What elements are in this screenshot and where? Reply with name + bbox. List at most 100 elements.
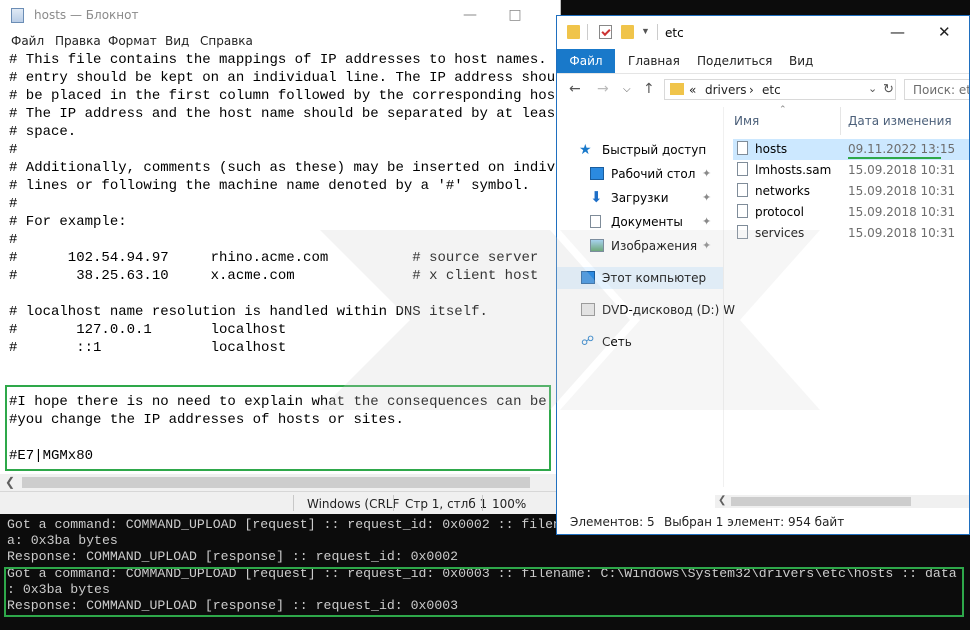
file-row[interactable]: networks 15.09.2018 10:31 bbox=[733, 181, 969, 202]
close-icon[interactable]: ✕ bbox=[938, 23, 951, 41]
nav-item-documents[interactable]: Документы ✦ bbox=[557, 211, 723, 233]
ribbon-tab-file[interactable]: Файл bbox=[557, 49, 615, 73]
folder-icon bbox=[567, 25, 580, 39]
scroll-thumb[interactable] bbox=[22, 477, 530, 488]
pin-icon[interactable]: ✦ bbox=[702, 215, 711, 228]
nav-item-dvd-drive[interactable]: DVD-дисковод (D:) W bbox=[557, 299, 735, 321]
maximize-icon[interactable]: □ bbox=[505, 6, 525, 24]
customize-toolbar-icon[interactable]: ▼ bbox=[641, 26, 654, 40]
pin-icon[interactable]: ✦ bbox=[702, 191, 711, 204]
minimize-icon[interactable]: — bbox=[460, 6, 480, 24]
nav-item-pictures[interactable]: Изображения ✦ bbox=[557, 235, 723, 257]
status-encoding: Windows (CRLF bbox=[307, 497, 400, 511]
breadcrumb-etc[interactable]: etc bbox=[762, 83, 781, 97]
date-highlight-underline bbox=[848, 157, 941, 159]
navigation-pane: ★ Быстрый доступ Рабочий стол ✦ ⬇ Загруз… bbox=[557, 107, 735, 487]
notepad-titlebar[interactable]: hosts — Блокнот — □ bbox=[0, 0, 560, 31]
ribbon-tab-share[interactable]: Поделиться bbox=[697, 54, 772, 68]
ribbon-tab-view[interactable]: Вид bbox=[789, 54, 813, 68]
nav-item-label: Рабочий стол bbox=[611, 167, 696, 181]
file-list-pane: Имя ⌃ Дата изменения hosts 09.11.2022 13… bbox=[724, 104, 969, 487]
menu-edit[interactable]: Правка bbox=[55, 34, 101, 48]
text-line: # This file contains the mappings of IP … bbox=[9, 52, 560, 68]
console-line: a: 0x3ba bytes bbox=[7, 533, 118, 548]
explorer-horizontal-scrollbar[interactable]: ❮ bbox=[715, 495, 969, 508]
text-line: # bbox=[9, 232, 18, 248]
scroll-left-icon[interactable]: ❮ bbox=[718, 495, 726, 506]
text-line: # The IP address and the host name shoul… bbox=[9, 106, 560, 122]
status-position: Стр 1, стлб 1 bbox=[405, 497, 488, 511]
file-date: 15.09.2018 10:31 bbox=[848, 205, 956, 219]
file-name: protocol bbox=[755, 205, 804, 219]
breadcrumb-overflow[interactable]: « bbox=[689, 83, 696, 97]
explorer-ribbon: Файл Главная Поделиться Вид bbox=[557, 49, 969, 74]
text-line: # bbox=[9, 196, 18, 212]
breadcrumb-separator: › bbox=[749, 83, 754, 97]
file-name: networks bbox=[755, 184, 810, 198]
explorer-titlebar[interactable]: ▼ etc — ✕ bbox=[557, 16, 969, 49]
minimize-icon[interactable]: — bbox=[890, 23, 905, 41]
toolbar-separator bbox=[587, 24, 588, 40]
nav-item-label: DVD-дисковод (D:) W bbox=[602, 303, 735, 317]
search-input[interactable]: Поиск: etc bbox=[904, 79, 969, 100]
nav-item-quick-access[interactable]: ★ Быстрый доступ bbox=[557, 139, 723, 161]
back-arrow-icon[interactable]: ← bbox=[569, 81, 581, 97]
file-row[interactable]: services 15.09.2018 10:31 bbox=[733, 223, 969, 244]
file-row-hosts[interactable]: hosts 09.11.2022 13:15 bbox=[733, 139, 969, 160]
sort-chevron-icon: ⌃ bbox=[779, 104, 787, 114]
address-bar[interactable]: « drivers › etc ⌄ ↻ bbox=[664, 79, 896, 100]
scroll-thumb[interactable] bbox=[731, 497, 911, 506]
menu-view[interactable]: Вид bbox=[165, 34, 189, 48]
nav-item-downloads[interactable]: ⬇ Загрузки ✦ bbox=[557, 187, 723, 209]
nav-item-network[interactable]: ☍ Сеть bbox=[557, 331, 723, 353]
explorer-navbar: ← → ⌵ ↑ « drivers › etc ⌄ ↻ Поиск: etc bbox=[557, 73, 969, 107]
chevron-down-icon[interactable]: ⌄ bbox=[868, 82, 877, 95]
pin-icon[interactable]: ✦ bbox=[702, 239, 711, 252]
text-line: # Additionally, comments (such as these)… bbox=[9, 160, 560, 176]
nav-item-label: Документы bbox=[611, 215, 683, 229]
document-icon bbox=[590, 215, 601, 228]
notepad-highlight-box bbox=[5, 385, 551, 471]
notepad-horizontal-scrollbar[interactable]: ❮ bbox=[0, 474, 560, 491]
nav-item-this-pc[interactable]: Этот компьютер bbox=[557, 267, 723, 289]
notepad-window: hosts — Блокнот — □ Файл Правка Формат В… bbox=[0, 0, 561, 514]
up-arrow-icon[interactable]: ↑ bbox=[643, 81, 655, 97]
text-line: # space. bbox=[9, 124, 77, 140]
text-line: # 102.54.94.97 rhino.acme.com # source s… bbox=[9, 250, 539, 266]
file-name: services bbox=[755, 226, 805, 240]
explorer-title: etc bbox=[665, 26, 684, 40]
column-header-date[interactable]: Дата изменения bbox=[848, 114, 952, 128]
file-date: 15.09.2018 10:31 bbox=[848, 163, 956, 177]
status-separator bbox=[393, 495, 394, 511]
column-header-name[interactable]: Имя bbox=[734, 114, 759, 128]
status-zoom: 100% bbox=[492, 497, 527, 511]
scroll-left-icon[interactable]: ❮ bbox=[5, 475, 15, 489]
ribbon-tab-home[interactable]: Главная bbox=[628, 54, 680, 68]
nav-item-label: Загрузки bbox=[611, 191, 669, 205]
file-row[interactable]: lmhosts.sam 15.09.2018 10:31 bbox=[733, 160, 969, 181]
explorer-window: ▼ etc — ✕ Файл Главная Поделиться Вид ← … bbox=[556, 15, 970, 535]
recent-locations-icon[interactable]: ⌵ bbox=[623, 84, 631, 95]
file-row[interactable]: protocol 15.09.2018 10:31 bbox=[733, 202, 969, 223]
pin-icon[interactable]: ✦ bbox=[702, 167, 711, 180]
menu-file[interactable]: Файл bbox=[11, 34, 44, 48]
column-separator[interactable] bbox=[840, 107, 841, 135]
properties-icon[interactable] bbox=[599, 25, 612, 39]
menu-format[interactable]: Формат bbox=[108, 34, 157, 48]
text-line: # 38.25.63.10 x.acme.com # x client host bbox=[9, 268, 539, 284]
nav-item-desktop[interactable]: Рабочий стол ✦ bbox=[557, 163, 723, 185]
network-icon: ☍ bbox=[581, 333, 595, 348]
new-folder-icon[interactable] bbox=[621, 25, 634, 39]
breadcrumb-drivers[interactable]: drivers bbox=[705, 83, 747, 97]
menu-help[interactable]: Справка bbox=[200, 34, 253, 48]
text-line: # ::1 localhost bbox=[9, 340, 287, 356]
file-name: lmhosts.sam bbox=[755, 163, 832, 177]
nav-item-label: Быстрый доступ bbox=[602, 143, 707, 157]
explorer-statusbar: Элементов: 5 Выбран 1 элемент: 954 байт bbox=[557, 511, 969, 534]
text-line: # 127.0.0.1 localhost bbox=[9, 322, 287, 338]
file-icon bbox=[737, 204, 748, 218]
forward-arrow-icon[interactable]: → bbox=[597, 81, 609, 97]
nav-item-label: Сеть bbox=[602, 335, 632, 349]
refresh-icon[interactable]: ↻ bbox=[883, 81, 894, 97]
console-highlight-box bbox=[4, 567, 964, 617]
